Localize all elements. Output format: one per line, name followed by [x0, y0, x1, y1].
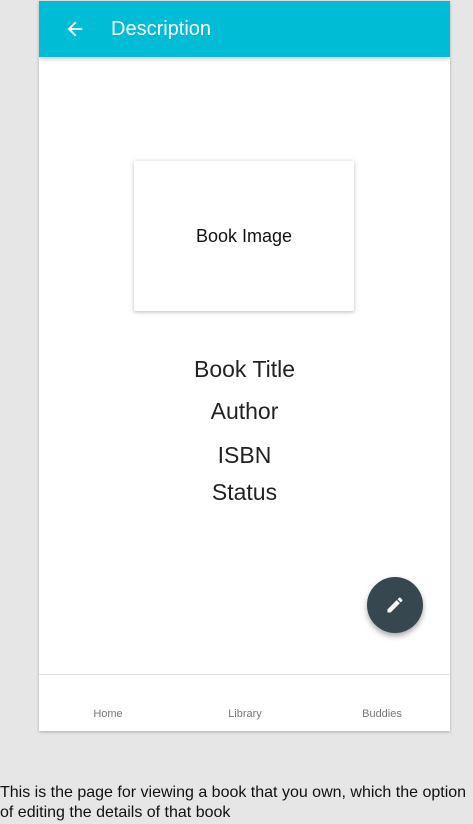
book-image: Book Image	[134, 161, 354, 311]
back-button[interactable]	[59, 13, 91, 45]
book-isbn: ISBN	[217, 442, 272, 468]
book-image-label: Book Image	[195, 225, 293, 246]
app-bar: Description	[39, 1, 450, 57]
edit-book-button[interactable]	[367, 577, 423, 633]
nav-item-library[interactable]: Library	[185, 708, 305, 720]
page-title: Description	[111, 18, 212, 40]
arrow-left-icon	[67, 21, 83, 37]
nav-item-buddies[interactable]: Buddies	[322, 708, 442, 720]
pencil-icon	[387, 597, 403, 613]
book-status: Status	[211, 479, 278, 505]
book-author: Author	[210, 398, 279, 424]
phone-screen: Description Book Image Book Title Author…	[39, 1, 450, 731]
nav-item-home[interactable]: Home	[48, 708, 168, 720]
bottom-navigation: Home Library Buddies	[39, 674, 450, 731]
book-title: Book Title	[194, 356, 295, 382]
screen-caption: This is the page for viewing a book that…	[0, 784, 467, 821]
